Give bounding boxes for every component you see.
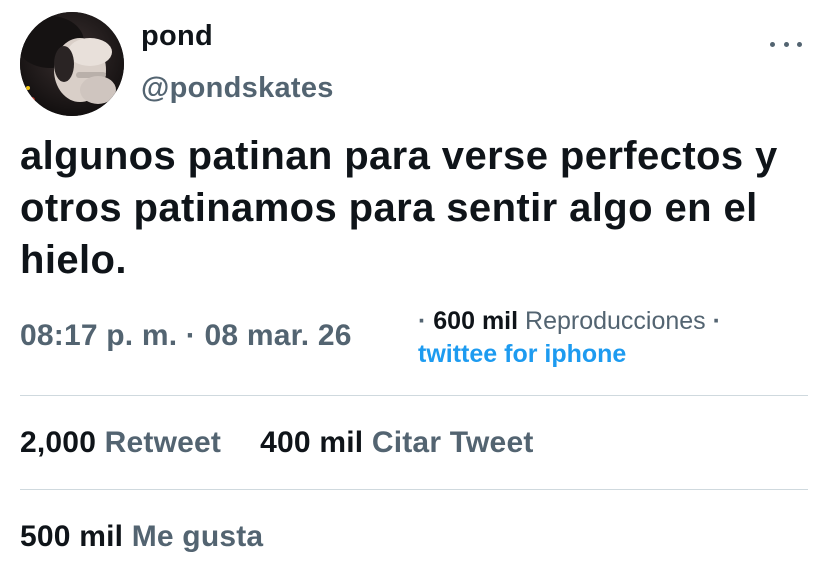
views-count: 600 mil	[433, 307, 519, 335]
tweet-timestamp[interactable]: 08:17 p. m. · 08 mar. 26	[20, 319, 352, 353]
quotes-label: Citar Tweet	[371, 426, 534, 459]
meta-separator-trailing: ·	[712, 307, 721, 335]
meta-separator: ·	[418, 307, 427, 335]
likes-count: 500 mil	[20, 520, 124, 553]
user-handle[interactable]: @pondskates	[141, 72, 334, 105]
likes-label: Me gusta	[131, 520, 264, 553]
retweets-label: Retweet	[104, 426, 222, 459]
views-label: Reproducciones	[525, 307, 706, 335]
tweet-text: algunos patinan para verse perfectos y o…	[20, 134, 778, 282]
more-horizontal-icon[interactable]	[770, 36, 802, 52]
retweets-stat[interactable]: 2,000 Retweet	[20, 426, 221, 460]
display-name[interactable]: pond	[141, 20, 213, 53]
engagement-row: 2,000 Retweet 400 mil Citar Tweet	[20, 426, 534, 460]
divider	[20, 395, 808, 396]
likes-row: 500 mil Me gusta	[20, 520, 263, 554]
tweet-meta: · 600 mil Reproducciones · twittee for i…	[418, 305, 721, 371]
avatar-photo	[20, 12, 124, 116]
quotes-stat[interactable]: 400 mil Citar Tweet	[260, 426, 533, 460]
quotes-count: 400 mil	[260, 426, 364, 459]
avatar[interactable]	[20, 12, 124, 116]
divider	[20, 489, 808, 490]
likes-stat[interactable]: 500 mil Me gusta	[20, 520, 263, 554]
tweet-source-link[interactable]: twittee for iphone	[418, 338, 721, 371]
retweets-count: 2,000	[20, 426, 97, 459]
tweet-card: pond @pondskates algunos patinan para ve…	[0, 0, 828, 581]
